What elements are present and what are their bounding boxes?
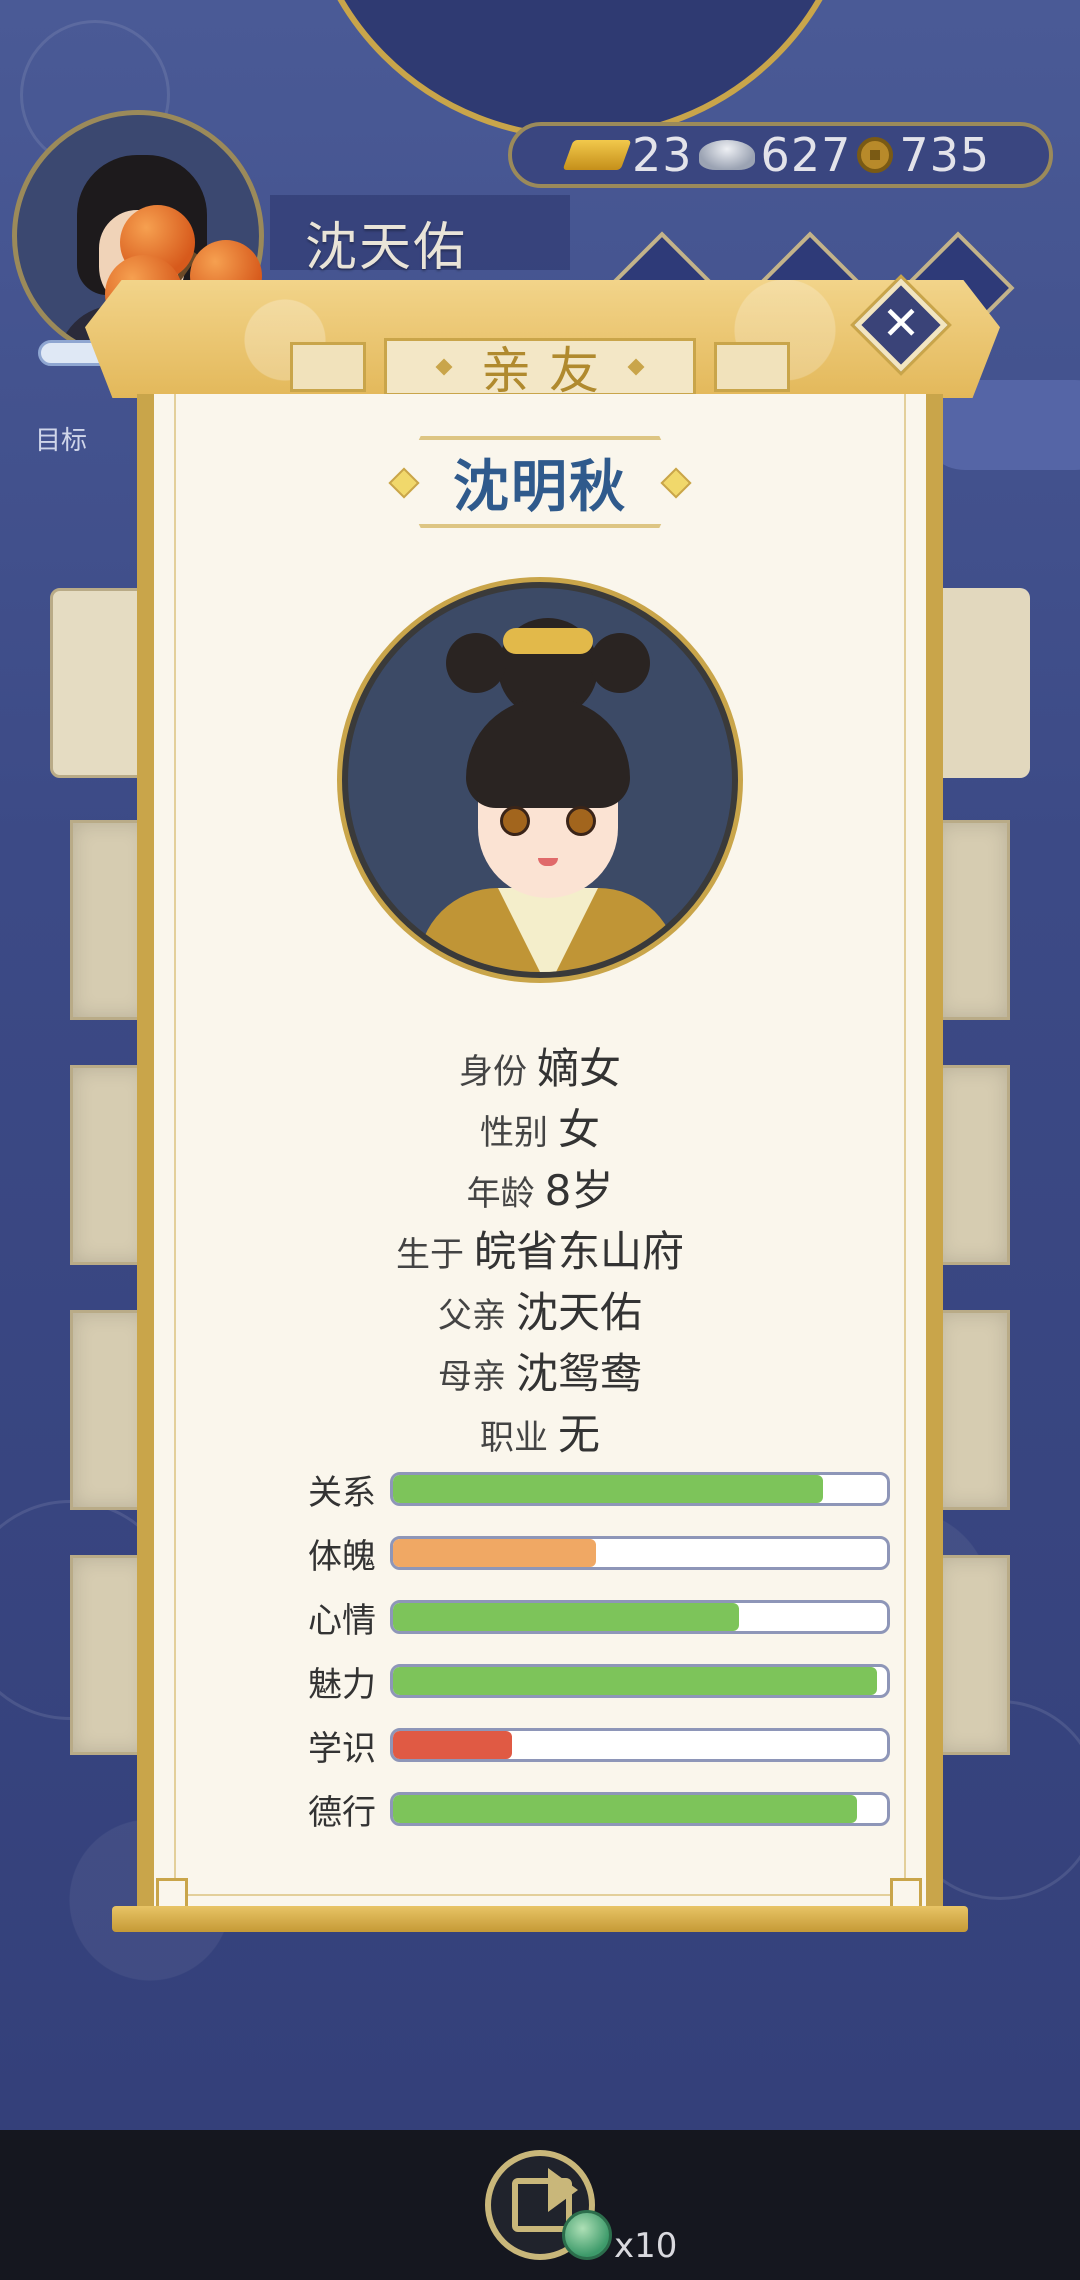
modal-title-box: 亲友 bbox=[384, 338, 696, 400]
info-value: 女 bbox=[557, 1105, 600, 1154]
goal-label[interactable]: 目标 bbox=[35, 420, 87, 457]
info-key: 职业 bbox=[479, 1418, 548, 1458]
info-row-mother: 母亲 沈鸳鸯 bbox=[0, 1340, 1080, 1401]
stat-bar-track bbox=[390, 1664, 890, 1698]
info-key: 年龄 bbox=[466, 1174, 535, 1214]
stat-bar-track bbox=[390, 1792, 890, 1826]
info-value: 嫡女 bbox=[536, 1044, 621, 1093]
gold-value: 23 bbox=[632, 128, 693, 182]
info-row-gender: 性别女 bbox=[0, 1096, 1080, 1157]
modal-title: 亲友 bbox=[481, 342, 617, 400]
stat-bar-fill bbox=[393, 1667, 878, 1695]
stat-bar-track bbox=[390, 1728, 890, 1762]
info-value: 沈鸳鸯 bbox=[515, 1349, 642, 1398]
currency-silver: 627 bbox=[698, 128, 852, 182]
background-card bbox=[930, 588, 1030, 778]
info-row-age: 年龄 8岁 bbox=[0, 1157, 1080, 1218]
stat-bar-fill bbox=[393, 1731, 512, 1759]
gold-bar-icon bbox=[562, 140, 632, 170]
title-side-panel bbox=[714, 342, 790, 392]
stat-knowledge: 学识 bbox=[308, 1725, 892, 1769]
info-row-occupation: 职业无 bbox=[0, 1401, 1080, 1462]
portrait-fringe bbox=[466, 698, 630, 808]
silver-value: 627 bbox=[760, 128, 852, 182]
info-key: 母亲 bbox=[437, 1357, 506, 1397]
stat-physique: 体魄 bbox=[308, 1533, 892, 1577]
info-value: 8岁 bbox=[544, 1166, 614, 1215]
info-row-identity: 身份 嫡女 bbox=[0, 1035, 1080, 1096]
stat-bar-track bbox=[390, 1472, 890, 1506]
jade-reward-icon bbox=[562, 2210, 612, 2260]
silver-ingot-icon bbox=[698, 140, 755, 170]
portrait-eye bbox=[500, 806, 530, 836]
stat-relationship: 关系 bbox=[308, 1469, 892, 1513]
currency-bar: 23 627 735 bbox=[508, 122, 1053, 188]
copper-value: 735 bbox=[899, 128, 991, 182]
background-slot bbox=[935, 820, 1010, 1020]
character-name-plaque: 沈明秋 bbox=[398, 436, 682, 528]
background-slot bbox=[935, 1555, 1010, 1755]
stat-bar-fill bbox=[393, 1539, 596, 1567]
character-name: 沈明秋 bbox=[453, 454, 627, 520]
copper-coin-icon bbox=[857, 137, 894, 173]
stat-bar-fill bbox=[393, 1475, 823, 1503]
modal-scroll-footer bbox=[112, 1906, 968, 1932]
close-icon[interactable]: ✕ bbox=[868, 290, 934, 356]
info-value: 皖省东山府 bbox=[473, 1227, 684, 1276]
stat-label: 德行 bbox=[308, 1792, 376, 1833]
info-key: 性别 bbox=[479, 1113, 548, 1153]
info-key: 身份 bbox=[458, 1052, 527, 1092]
stat-label: 魅力 bbox=[308, 1664, 376, 1705]
stat-label: 关系 bbox=[308, 1472, 376, 1513]
info-key: 父亲 bbox=[437, 1296, 506, 1336]
portrait-hairpin bbox=[503, 628, 593, 654]
info-key: 生于 bbox=[395, 1235, 464, 1275]
stat-label: 心情 bbox=[308, 1600, 376, 1641]
stat-bar-fill bbox=[393, 1795, 858, 1823]
stat-bar-fill bbox=[393, 1603, 739, 1631]
stat-mood: 心情 bbox=[308, 1597, 892, 1641]
info-row-father: 父亲 沈天佑 bbox=[0, 1279, 1080, 1340]
stat-label: 体魄 bbox=[308, 1536, 376, 1577]
portrait-eye bbox=[566, 806, 596, 836]
stat-bar-track bbox=[390, 1600, 890, 1634]
currency-copper: 735 bbox=[857, 128, 990, 182]
share-reward-count: x10 bbox=[614, 2226, 678, 2266]
stat-label: 学识 bbox=[308, 1728, 376, 1769]
stat-virtue: 德行 bbox=[308, 1789, 892, 1833]
info-value: 沈天佑 bbox=[515, 1288, 642, 1337]
character-portrait bbox=[342, 582, 738, 978]
share-arrow-icon bbox=[548, 2168, 578, 2212]
stat-charm: 魅力 bbox=[308, 1661, 892, 1705]
stat-bar-track bbox=[390, 1536, 890, 1570]
player-name: 沈天佑 bbox=[305, 218, 468, 278]
title-side-panel bbox=[290, 342, 366, 392]
portrait-hair-bun bbox=[590, 633, 650, 693]
info-value: 无 bbox=[557, 1410, 600, 1459]
info-row-birthplace: 生于 皖省东山府 bbox=[0, 1218, 1080, 1279]
portrait-hair-bun bbox=[446, 633, 506, 693]
currency-gold: 23 bbox=[562, 128, 693, 182]
